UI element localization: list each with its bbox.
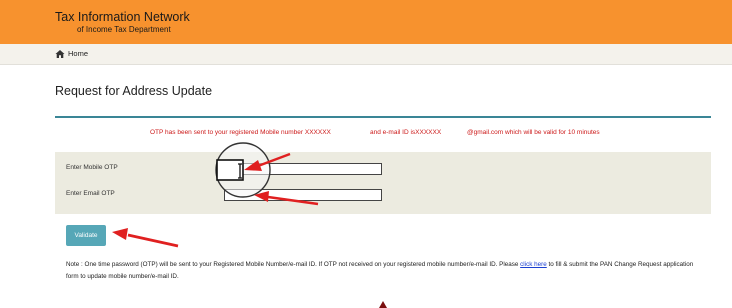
site-header: Tax Information Network of Income Tax De… [0,0,732,44]
breadcrumb: Home [0,44,732,65]
otp-note: Note : One time password (OTP) will be s… [66,259,706,283]
email-otp-input[interactable] [224,189,382,201]
validate-button[interactable]: Validate [66,225,106,246]
brand-title: Tax Information Network [55,10,190,24]
note-text-before-link: Note : One time password (OTP) will be s… [66,261,519,268]
otp-message-email: and e-mail ID isXXXXXX [370,129,442,136]
brand-subtitle: of Income Tax Department [77,25,171,34]
home-icon[interactable] [55,49,65,59]
mobile-otp-input[interactable] [224,163,382,175]
cursor-arrow-bottom [379,301,387,308]
click-here-link[interactable]: click here [520,261,547,268]
otp-message-mobile: OTP has been sent to your registered Mob… [150,129,331,136]
email-otp-label: Enter Email OTP [66,190,115,197]
mobile-otp-label: Enter Mobile OTP [66,164,118,171]
breadcrumb-home-link[interactable]: Home [68,50,88,58]
arrow-to-validate [112,228,179,248]
otp-form-panel [55,152,711,214]
otp-message-validity: @gmail.com which will be valid for 10 mi… [467,129,600,136]
page-title: Request for Address Update [55,84,213,98]
title-divider [55,116,711,118]
